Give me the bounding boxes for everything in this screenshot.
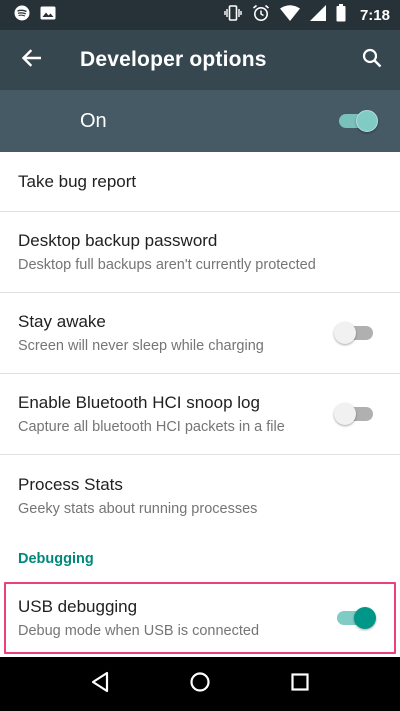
item-title: Process Stats [18, 474, 123, 494]
item-summary: Desktop full backups aren't currently pr… [18, 257, 316, 273]
nav-recents-button[interactable] [280, 664, 320, 704]
search-icon [362, 48, 382, 73]
take-bug-report-item[interactable]: Take bug report [0, 152, 400, 212]
nav-home-button[interactable] [180, 664, 220, 704]
circle-home-icon [189, 671, 211, 698]
master-toggle[interactable] [336, 109, 378, 133]
stay-awake-toggle[interactable] [334, 321, 376, 345]
spotify-icon [14, 5, 30, 26]
item-title: Take bug report [18, 171, 137, 191]
toggle-thumb [356, 110, 378, 132]
item-summary: Geeky stats about running processes [18, 500, 258, 517]
toggle-thumb [334, 322, 356, 344]
item-summary: Screen will never sleep while charging [18, 338, 264, 354]
debugging-section-header: Debugging [18, 551, 94, 567]
navigation-bar [0, 657, 400, 711]
item-summary: Debug mode when USB is connected [18, 623, 260, 639]
toggle-thumb [334, 403, 356, 425]
item-title: USB debugging [18, 597, 138, 616]
item-summary: Capture all bluetooth HCI packets in a f… [18, 419, 285, 435]
battery-icon [336, 3, 346, 27]
status-time: 7:18 [359, 6, 390, 24]
developer-options-master-switch-bar[interactable]: On [0, 90, 400, 152]
wifi-icon [279, 4, 300, 26]
bluetooth-hci-snoop-log-toggle[interactable] [334, 402, 376, 426]
image-icon [40, 6, 56, 25]
triangle-back-icon [90, 671, 110, 698]
square-recents-icon [290, 672, 310, 697]
status-bar: 7:18 [0, 0, 400, 30]
desktop-backup-password-item[interactable]: Desktop backup password Desktop full bac… [0, 212, 400, 293]
stay-awake-item[interactable]: Stay awake Screen will never sleep while… [0, 293, 400, 374]
nav-back-button[interactable] [80, 664, 120, 704]
back-button[interactable] [0, 30, 62, 90]
vibrate-icon [224, 4, 242, 26]
app-bar: Developer options [0, 30, 400, 90]
usb-debugging-toggle[interactable] [334, 606, 376, 630]
alarm-icon [252, 4, 270, 27]
toggle-thumb [354, 607, 376, 629]
usb-debugging-item[interactable]: USB debugging Debug mode when USB is con… [4, 582, 396, 654]
item-title: Enable Bluetooth HCI snoop log [18, 393, 260, 412]
item-title: Stay awake [18, 312, 106, 331]
item-title: Desktop backup password [18, 231, 218, 250]
search-button[interactable] [344, 30, 400, 90]
signal-icon [309, 4, 326, 26]
master-switch-label: On [80, 109, 107, 132]
arrow-back-icon [21, 48, 42, 72]
bluetooth-hci-snoop-log-item[interactable]: Enable Bluetooth HCI snoop log Capture a… [0, 374, 400, 455]
process-stats-item[interactable]: Process Stats Geeky stats about running … [0, 455, 400, 536]
page-title: Developer options [80, 48, 267, 71]
settings-list: Take bug report Desktop backup password … [0, 152, 400, 654]
